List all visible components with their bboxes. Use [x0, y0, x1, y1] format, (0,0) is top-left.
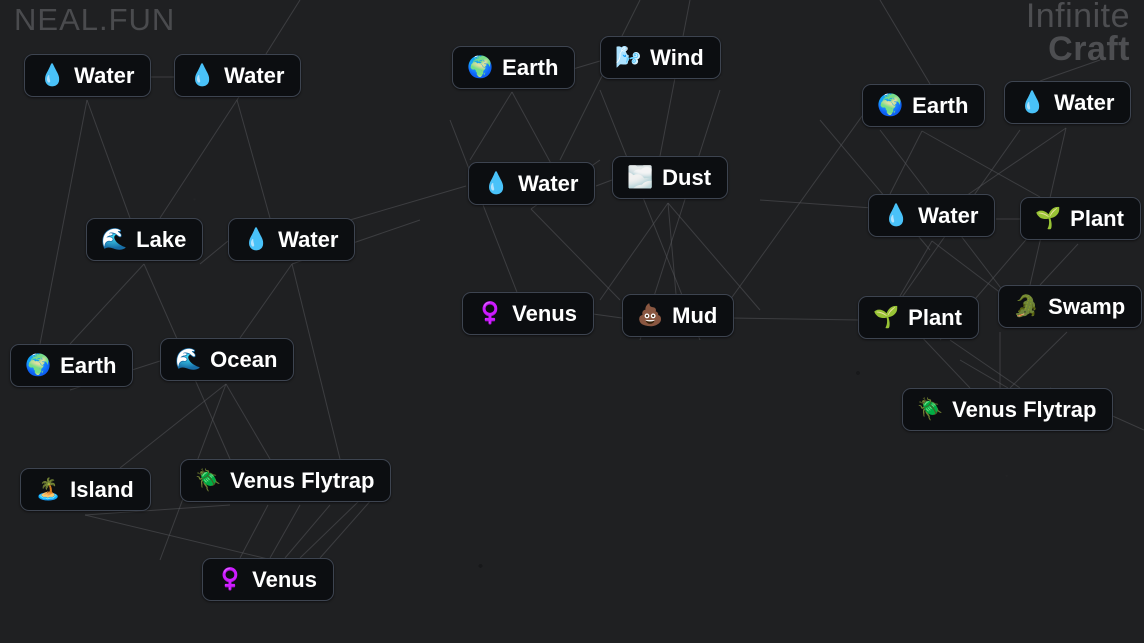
globe-icon: 🌍: [877, 93, 904, 117]
fog-icon: 🌫️: [627, 165, 654, 189]
element-card-label: Venus Flytrap: [952, 397, 1097, 422]
element-card-lake[interactable]: 🌊 Lake: [86, 218, 204, 261]
water-droplet-icon: 💧: [483, 171, 510, 195]
element-card-label: Lake: [136, 227, 187, 252]
globe-icon: 🌍: [467, 55, 494, 79]
element-card-water-6[interactable]: 💧 Water: [868, 194, 996, 237]
element-card-water-3[interactable]: 💧 Water: [228, 218, 356, 261]
element-card-label: Water: [278, 227, 339, 252]
element-card-earth-3[interactable]: 🌍 Earth: [862, 84, 986, 127]
element-card-water-2[interactable]: 💧 Water: [174, 54, 302, 97]
connection-line: [39, 99, 88, 345]
connection-line: [1039, 243, 1079, 286]
island-icon: 🏝️: [35, 477, 62, 501]
wave-icon: 🌊: [175, 347, 202, 371]
connection-line: [572, 60, 601, 70]
connection-line: [1039, 59, 1101, 82]
connection-line: [879, 0, 931, 85]
element-card-label: Water: [224, 63, 285, 88]
connection-line: [949, 339, 1021, 389]
element-card-earth-1[interactable]: 🌍 Earth: [10, 344, 134, 387]
connection-line: [959, 127, 1067, 201]
connection-line: [595, 179, 613, 187]
element-card-plant-2[interactable]: 🌱 Plant: [858, 296, 979, 339]
female-sign-icon: ♀️: [217, 567, 244, 591]
beetle-icon: 🪲: [917, 397, 944, 421]
element-card-wind[interactable]: 🌬️ Wind: [600, 36, 721, 79]
wind-face-icon: 🌬️: [615, 45, 642, 69]
element-card-mud[interactable]: 💩 Mud: [622, 294, 735, 337]
connection-line: [921, 130, 1041, 198]
element-card-island[interactable]: 🏝️ Island: [20, 468, 151, 511]
element-card-venus-1[interactable]: ♀️ Venus: [202, 558, 334, 601]
element-card-label: Ocean: [210, 347, 278, 372]
connection-line: [291, 263, 341, 460]
globe-icon: 🌍: [25, 353, 52, 377]
element-card-label: Water: [1054, 90, 1115, 115]
element-card-label: Mud: [672, 303, 718, 328]
element-card-label: Water: [918, 203, 979, 228]
crocodile-icon: 🐊: [1013, 294, 1040, 318]
connection-line: [449, 119, 521, 301]
connection-line: [530, 208, 621, 301]
element-card-venus-2[interactable]: ♀️ Venus: [462, 292, 594, 335]
element-card-water-4[interactable]: 💧 Water: [468, 162, 596, 205]
water-droplet-icon: 💧: [189, 63, 216, 87]
water-droplet-icon: 💧: [1019, 90, 1046, 114]
element-card-water-5[interactable]: 💧 Water: [1004, 81, 1132, 124]
connection-line: [592, 313, 623, 319]
water-droplet-icon: 💧: [883, 203, 910, 227]
element-card-label: Earth: [502, 55, 559, 80]
connection-line: [269, 504, 301, 559]
element-card-label: Earth: [912, 93, 969, 118]
connection-line: [69, 263, 145, 345]
connection-line: [916, 331, 971, 389]
element-card-label: Earth: [60, 353, 117, 378]
beetle-icon: 🪲: [195, 468, 222, 492]
water-droplet-icon: 💧: [243, 227, 270, 251]
connection-line: [159, 99, 238, 219]
connection-line: [225, 383, 271, 460]
connection-line: [199, 240, 229, 265]
element-card-label: Wind: [650, 45, 704, 70]
element-card-ocean[interactable]: 🌊 Ocean: [160, 338, 295, 381]
element-card-flytrap-1[interactable]: 🪲 Venus Flytrap: [180, 459, 392, 502]
element-card-plant-1[interactable]: 🌱 Plant: [1020, 197, 1141, 240]
element-card-label: Venus: [252, 567, 317, 592]
element-card-label: Island: [70, 477, 134, 502]
element-card-label: Water: [518, 171, 579, 196]
connection-line: [84, 514, 269, 560]
element-card-label: Dust: [662, 165, 712, 190]
seedling-icon: 🌱: [1035, 206, 1062, 230]
water-droplet-icon: 💧: [39, 63, 66, 87]
element-card-label: Venus Flytrap: [230, 468, 375, 493]
connection-line: [729, 317, 861, 321]
infinite-craft-canvas[interactable]: NEAL.FUN Infinite Craft 💧 Water 💧 Water 🌊 Lak…: [0, 0, 1144, 643]
element-card-label: Plant: [1070, 206, 1124, 231]
poop-icon: 💩: [637, 303, 664, 327]
connection-line: [1009, 331, 1068, 389]
seedling-icon: 🌱: [873, 305, 900, 329]
connection-line: [236, 99, 271, 219]
connection-line: [889, 130, 923, 195]
element-card-flytrap-2[interactable]: 🪲 Venus Flytrap: [902, 388, 1114, 431]
element-card-label: Plant: [908, 305, 962, 330]
connection-line: [284, 504, 331, 559]
connection-line: [469, 91, 513, 161]
element-card-label: Venus: [512, 301, 577, 326]
element-card-swamp[interactable]: 🐊 Swamp: [998, 285, 1143, 328]
connection-line: [899, 240, 933, 297]
element-card-label: Swamp: [1048, 294, 1126, 319]
female-sign-icon: ♀️: [477, 301, 504, 325]
connection-line: [959, 359, 1009, 389]
element-card-water-1[interactable]: 💧 Water: [24, 54, 152, 97]
element-card-earth-2[interactable]: 🌍 Earth: [452, 46, 576, 89]
connection-line: [86, 99, 131, 219]
element-card-label: Water: [74, 63, 135, 88]
connection-line: [349, 185, 467, 221]
element-card-dust[interactable]: 🌫️ Dust: [612, 156, 729, 199]
wave-icon: 🌊: [101, 227, 128, 251]
connection-line: [239, 504, 269, 559]
connection-line: [239, 263, 293, 339]
